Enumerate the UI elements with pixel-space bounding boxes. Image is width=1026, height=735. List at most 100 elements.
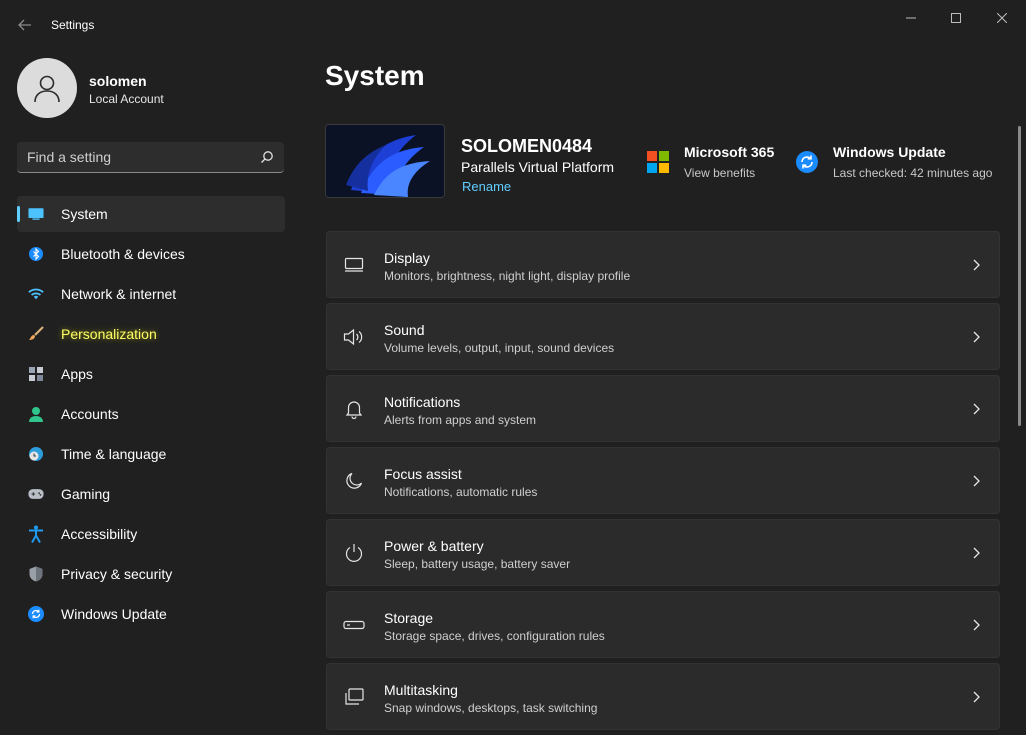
quick-link-title: Windows Update [833, 144, 946, 160]
shield-icon [28, 566, 44, 582]
chevron-right-icon [973, 691, 980, 703]
settings-window: Settings solomen Local Account Find a se… [0, 0, 1026, 730]
sidebar-item-personalization[interactable]: Personalization [17, 316, 285, 352]
card-subtitle: Volume levels, output, input, sound devi… [384, 341, 615, 355]
user-profile[interactable]: solomen Local Account [17, 58, 277, 118]
apps-icon [28, 366, 44, 382]
microsoft-logo-icon [647, 151, 669, 173]
scrollbar[interactable] [1018, 126, 1021, 426]
card-display[interactable]: Display Monitors, brightness, night ligh… [326, 231, 1000, 298]
card-subtitle: Sleep, battery usage, battery saver [384, 557, 571, 571]
update-icon [796, 151, 818, 173]
card-notifications[interactable]: Notifications Alerts from apps and syste… [326, 375, 1000, 442]
maximize-icon [951, 13, 961, 23]
close-button[interactable] [979, 4, 1025, 32]
microsoft-365-link[interactable]: Microsoft 365 View benefits [646, 144, 786, 184]
title-bar: Settings [0, 0, 1026, 48]
card-subtitle: Monitors, brightness, night light, displ… [384, 269, 631, 283]
card-title: Power & battery [384, 538, 484, 554]
device-name: SOLOMEN0484 [461, 136, 593, 156]
sidebar-item-windows-update[interactable]: Windows Update [17, 596, 285, 632]
sidebar-item-label: Privacy & security [61, 566, 173, 582]
rename-link[interactable]: Rename [462, 179, 511, 194]
card-subtitle: Snap windows, desktops, task switching [384, 701, 598, 715]
wifi-icon [28, 286, 44, 302]
chevron-right-icon [973, 403, 980, 415]
search-input[interactable] [27, 142, 247, 172]
sidebar-nav: System Bluetooth & devices Network & int… [17, 196, 285, 636]
device-wallpaper-thumbnail [325, 124, 445, 198]
sidebar-item-label: Windows Update [61, 606, 167, 622]
card-title: Storage [384, 610, 434, 626]
bluetooth-icon [28, 246, 44, 262]
app-title: Settings [51, 18, 95, 32]
sidebar-item-bluetooth[interactable]: Bluetooth & devices [17, 236, 285, 272]
update-icon [28, 606, 44, 622]
sidebar-item-label: Personalization [61, 326, 157, 342]
sidebar-item-apps[interactable]: Apps [17, 356, 285, 392]
active-indicator [17, 206, 20, 222]
sidebar-item-label: Gaming [61, 486, 111, 502]
chevron-right-icon [973, 331, 980, 343]
chevron-right-icon [973, 259, 980, 271]
card-sound[interactable]: Sound Volume levels, output, input, soun… [326, 303, 1000, 370]
moon-icon [343, 470, 365, 492]
bell-icon [343, 398, 365, 420]
sidebar-item-accessibility[interactable]: Accessibility [17, 516, 285, 552]
sidebar-item-time-language[interactable]: Time & language [17, 436, 285, 472]
search-box [17, 142, 284, 173]
person-icon [28, 406, 44, 422]
quick-link-subtitle: Last checked: 42 minutes ago [833, 166, 993, 180]
account-type: Local Account [89, 92, 164, 106]
multitasking-icon [343, 686, 365, 708]
minimize-button[interactable] [888, 4, 934, 32]
power-icon [343, 542, 365, 564]
arrow-left-icon [18, 19, 31, 31]
card-power-battery[interactable]: Power & battery Sleep, battery usage, ba… [326, 519, 1000, 586]
minimize-icon [906, 17, 916, 19]
display-icon [343, 254, 365, 276]
quick-link-subtitle: View benefits [684, 166, 756, 180]
maximize-button[interactable] [933, 4, 979, 32]
user-name: solomen [89, 73, 147, 89]
monitor-icon [28, 206, 44, 222]
sidebar-item-gaming[interactable]: Gaming [17, 476, 285, 512]
card-subtitle: Storage space, drives, configuration rul… [384, 629, 605, 643]
avatar [17, 58, 77, 118]
sidebar-item-label: System [61, 206, 108, 222]
sidebar-item-network[interactable]: Network & internet [17, 276, 285, 312]
card-subtitle: Alerts from apps and system [384, 413, 537, 427]
card-subtitle: Notifications, automatic rules [384, 485, 538, 499]
card-title: Multitasking [384, 682, 458, 698]
sidebar-item-system[interactable]: System [17, 196, 285, 232]
card-storage[interactable]: Storage Storage space, drives, configura… [326, 591, 1000, 658]
sidebar-item-label: Accessibility [61, 526, 138, 542]
chevron-right-icon [973, 475, 980, 487]
globe-clock-icon [28, 446, 44, 462]
sidebar-item-label: Apps [61, 366, 93, 382]
storage-icon [343, 614, 365, 636]
quick-link-title: Microsoft 365 [684, 144, 775, 160]
back-button[interactable] [12, 12, 38, 38]
card-title: Display [384, 250, 430, 266]
paintbrush-icon [28, 326, 44, 342]
speaker-icon [343, 326, 365, 348]
card-title: Sound [384, 322, 425, 338]
sidebar-item-label: Accounts [61, 406, 119, 422]
card-focus-assist[interactable]: Focus assist Notifications, automatic ru… [326, 447, 1000, 514]
sidebar-item-label: Time & language [61, 446, 167, 462]
sidebar-item-label: Network & internet [61, 286, 177, 302]
sidebar-item-privacy-security[interactable]: Privacy & security [17, 556, 285, 592]
settings-cards-list: Display Monitors, brightness, night ligh… [326, 231, 1000, 735]
person-icon [34, 75, 60, 103]
chevron-right-icon [973, 547, 980, 559]
page-title: System [325, 60, 425, 91]
close-icon [997, 13, 1007, 23]
search-icon[interactable] [260, 150, 274, 164]
gamepad-icon [28, 486, 44, 502]
device-model: Parallels Virtual Platform [461, 159, 615, 175]
windows-update-link[interactable]: Windows Update Last checked: 42 minutes … [795, 144, 1005, 184]
sidebar-item-accounts[interactable]: Accounts [17, 396, 285, 432]
card-title: Focus assist [384, 466, 462, 482]
sidebar-item-label: Bluetooth & devices [61, 246, 185, 262]
